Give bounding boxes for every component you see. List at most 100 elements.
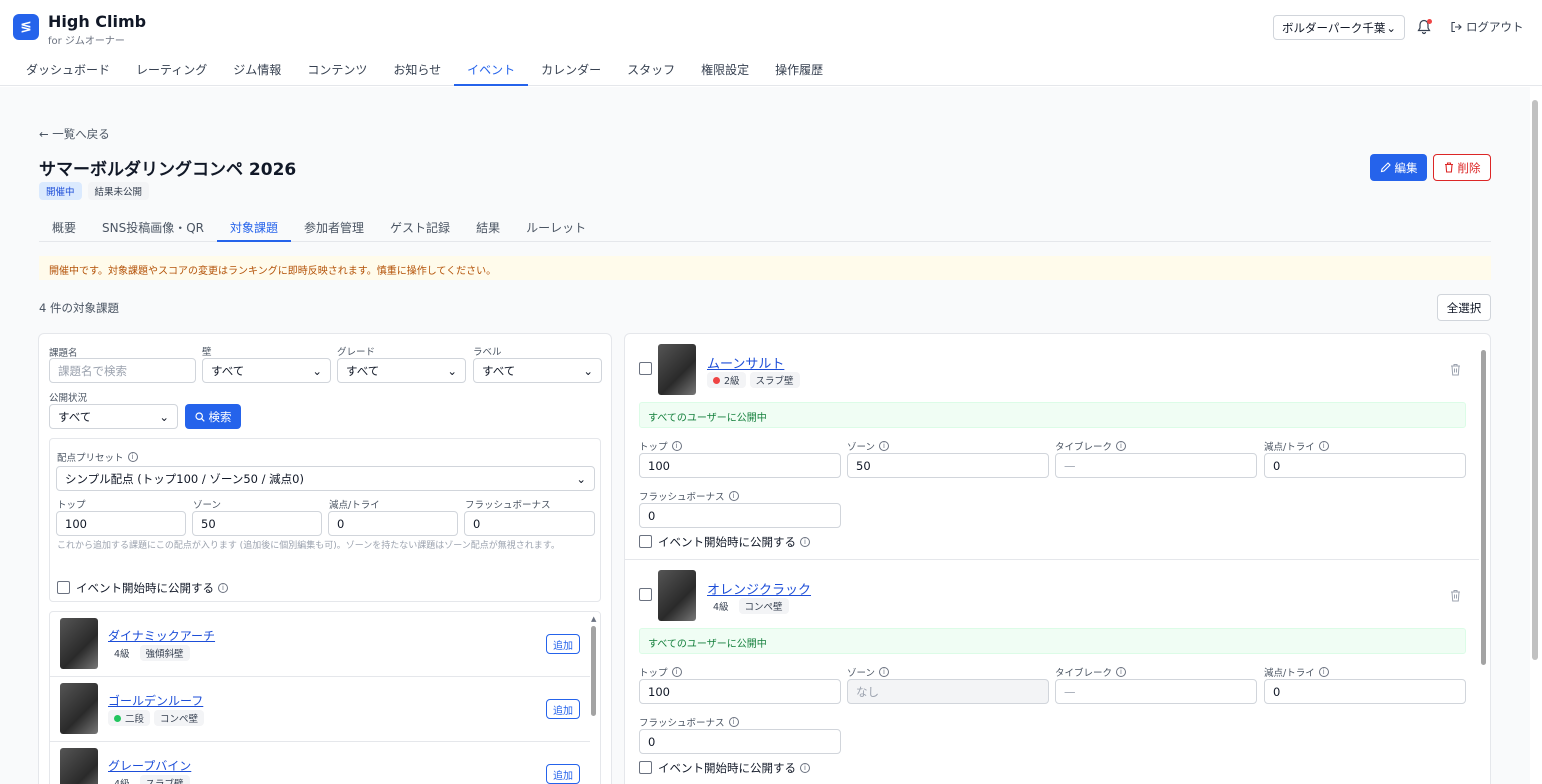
problem-thumbnail: [658, 570, 696, 621]
edit-button[interactable]: 編集: [1370, 154, 1427, 181]
top-label-text: トップ: [639, 442, 668, 453]
top-input[interactable]: 100: [639, 679, 841, 704]
main-nav-item[interactable]: コンテンツ: [294, 56, 380, 86]
trash-icon[interactable]: [1450, 363, 1461, 376]
top-input[interactable]: 100: [639, 453, 841, 478]
preset-box: 配点プリセット i シンプル配点 (トップ100 / ゾーン50 / 減点0) ⌄ …: [49, 438, 601, 602]
scrollbar-thumb[interactable]: [1481, 350, 1486, 665]
publish-on-start-checkbox[interactable]: [639, 535, 652, 548]
tiebreak-label: タイブレーク i: [1055, 439, 1127, 453]
label-filter-select[interactable]: すべて ⌄: [473, 358, 602, 383]
app-logo[interactable]: ≶: [13, 14, 39, 40]
name-search-input[interactable]: 課題名で検索: [49, 358, 196, 383]
grade-tag: 4級: [108, 645, 136, 661]
deduct-label: 減点/トライ i: [1264, 439, 1329, 453]
tiebreak-input[interactable]: —: [1055, 453, 1257, 478]
assigned-problem-card: ムーンサルト 2級 スラブ壁 すべてのユーザーに公開中 トップ i 100 ゾーン i 50 タイブ…: [625, 334, 1479, 560]
select-all-button[interactable]: 全選択: [1437, 294, 1491, 321]
main-nav-item[interactable]: お知らせ: [380, 56, 454, 86]
info-icon: i: [1318, 667, 1329, 677]
grade-color-dot: [114, 714, 121, 722]
assigned-panel: ムーンサルト 2級 スラブ壁 すべてのユーザーに公開中 トップ i 100 ゾーン i 50 タイブ…: [624, 333, 1491, 784]
main-nav-item[interactable]: レーティング: [123, 56, 220, 86]
chevron-down-icon: ⌄: [576, 471, 586, 486]
info-icon: i: [879, 441, 890, 451]
problem-name-link[interactable]: ムーンサルト: [707, 353, 784, 372]
deduct-label-text: 減点/トライ: [1264, 668, 1315, 679]
preset-flash-input[interactable]: 0: [464, 511, 595, 536]
event-tab[interactable]: 結果: [463, 214, 513, 242]
flash-input[interactable]: 0: [639, 729, 841, 754]
scrollbar-thumb[interactable]: [591, 626, 596, 716]
preset-top-label: トップ: [57, 500, 86, 511]
add-button[interactable]: 追加: [546, 699, 580, 719]
grade-label: 二段: [125, 714, 145, 725]
add-button[interactable]: 追加: [546, 764, 580, 784]
problem-select-checkbox[interactable]: [639, 362, 652, 375]
main-nav-item[interactable]: スタッフ: [614, 56, 688, 86]
status-badge: 開催中: [39, 182, 82, 200]
preset-flash-label: フラッシュボーナス: [465, 500, 551, 511]
candidate-row: グレープバイン 4級 スラブ壁 追加: [50, 742, 590, 784]
assigned-problem-card: オレンジクラック 4級 コンペ壁 すべてのユーザーに公開中 トップ i 100 ゾーン i なしタ…: [625, 560, 1479, 784]
logout-link[interactable]: ログアウト: [1450, 19, 1524, 35]
name-filter-label: 課題名: [49, 348, 78, 359]
problem-tags: 4級 強傾斜壁: [108, 645, 190, 661]
event-tab[interactable]: 概要: [39, 214, 89, 242]
deduct-input[interactable]: 0: [1264, 679, 1466, 704]
problem-name-link[interactable]: オレンジクラック: [707, 579, 811, 598]
zone-input[interactable]: 50: [847, 453, 1049, 478]
grade-filter-select[interactable]: すべて ⌄: [337, 358, 466, 383]
wall-tag: 強傾斜壁: [139, 645, 190, 661]
main-nav-item[interactable]: 権限設定: [688, 56, 762, 86]
event-tab[interactable]: ゲスト記録: [377, 214, 463, 242]
preset-deduct-input[interactable]: 0: [328, 511, 458, 536]
preset-label: 配点プリセット i: [57, 450, 138, 464]
trash-icon[interactable]: [1450, 589, 1461, 602]
page-scrollbar-thumb[interactable]: [1532, 100, 1538, 660]
tiebreak-input[interactable]: —: [1055, 679, 1257, 704]
deduct-input[interactable]: 0: [1264, 453, 1466, 478]
app-name: High Climb: [48, 12, 147, 31]
event-tab[interactable]: 参加者管理: [291, 214, 377, 242]
publish-on-start-checkbox[interactable]: [639, 761, 652, 774]
delete-button[interactable]: 削除: [1433, 154, 1491, 181]
event-tab[interactable]: SNS投稿画像・QR: [89, 214, 217, 242]
top-label-text: トップ: [639, 668, 668, 679]
app-subtitle: for ジムオーナー: [48, 36, 125, 47]
gym-select[interactable]: ボルダーパーク千葉 ⌄: [1273, 15, 1405, 40]
grade-label: 2級: [724, 376, 740, 387]
add-button[interactable]: 追加: [546, 634, 580, 654]
search-button[interactable]: 検索: [185, 404, 241, 429]
problem-name-link[interactable]: ダイナミックアーチ: [108, 627, 215, 644]
wall-filter-select[interactable]: すべて ⌄: [202, 358, 331, 383]
page-title: サマーボルダリングコンペ 2026: [39, 160, 297, 180]
problem-thumbnail: [658, 344, 696, 395]
main-nav-item[interactable]: ジム情報: [220, 56, 294, 86]
scroll-up-icon[interactable]: ▲: [591, 615, 596, 623]
chevron-down-icon: ⌄: [312, 363, 322, 378]
event-tab[interactable]: ルーレット: [513, 214, 599, 242]
status-filter-select[interactable]: すべて ⌄: [49, 404, 178, 429]
wall-tag: コンペ壁: [154, 710, 205, 726]
main-nav-item[interactable]: 操作履歴: [762, 56, 836, 86]
problem-name-link[interactable]: グレープバイン: [108, 757, 191, 774]
preset-top-input[interactable]: 100: [56, 511, 186, 536]
problem-name-link[interactable]: ゴールデンルーフ: [108, 692, 203, 709]
page-scrollbar[interactable]: [1530, 87, 1542, 784]
event-tab[interactable]: 対象課題: [217, 214, 292, 242]
problem-thumbnail: [60, 618, 98, 669]
main-nav-item[interactable]: カレンダー: [528, 56, 614, 86]
preset-publish-checkbox[interactable]: [57, 581, 70, 594]
main-nav-item[interactable]: イベント: [454, 56, 529, 86]
chevron-down-icon: ⌄: [159, 409, 169, 424]
publish-on-start-label: イベント開始時に公開する i: [658, 760, 810, 776]
flash-input[interactable]: 0: [639, 503, 841, 528]
logout-icon: [1451, 21, 1462, 33]
preset-zone-input[interactable]: 50: [192, 511, 322, 536]
assigned-scrollbar[interactable]: [1478, 334, 1490, 784]
back-link[interactable]: ← 一覧へ戻る: [39, 126, 110, 142]
main-nav-item[interactable]: ダッシュボード: [13, 56, 123, 86]
problem-select-checkbox[interactable]: [639, 588, 652, 601]
preset-select[interactable]: シンプル配点 (トップ100 / ゾーン50 / 減点0) ⌄: [56, 466, 595, 491]
